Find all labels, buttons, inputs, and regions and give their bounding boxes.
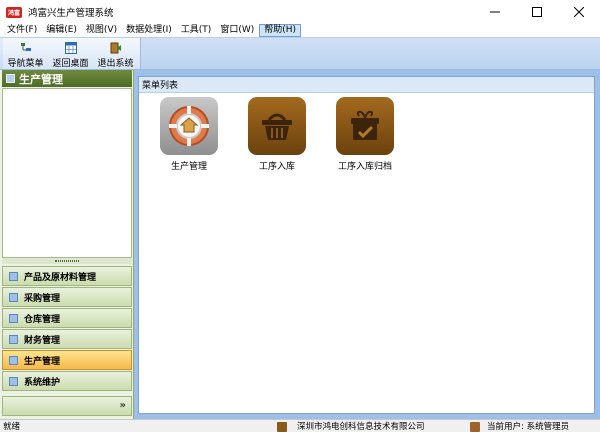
splitter-grip-icon xyxy=(55,260,79,262)
menu-list-panel: 菜单列表 生产管理 工序入库 工序入库归档 xyxy=(138,76,595,414)
tile-label: 工序入库归档 xyxy=(337,162,392,172)
tile-process-warehousing[interactable]: 工序入库 xyxy=(237,97,317,172)
status-company: 深圳市鸿电创科信息技术有限公司 xyxy=(297,422,425,432)
back-desktop-label: 返回桌面 xyxy=(52,59,89,69)
toolbar-fill xyxy=(141,38,600,69)
toolbar: 导航菜单 返回桌面 退出系统 xyxy=(0,37,600,70)
title-bar: 鸿富 鸿富兴生产管理系统 xyxy=(0,0,600,24)
panel-header-icon xyxy=(6,74,15,83)
nav-bullet-icon xyxy=(9,376,18,386)
tile-label: 生产管理 xyxy=(170,162,207,172)
toolbar-group: 导航菜单 返回桌面 退出系统 xyxy=(3,38,141,69)
nav-menu-label: 导航菜单 xyxy=(7,59,44,69)
tree-nav-icon xyxy=(19,42,33,54)
user-icon xyxy=(470,422,480,432)
status-current-user: 当前用户: 系统管理员 xyxy=(487,422,570,432)
nav-bullet-icon xyxy=(9,355,18,365)
left-panel-header: 生产管理 xyxy=(2,70,132,87)
nav-more-button[interactable]: » xyxy=(2,396,132,416)
nav-bullet-icon xyxy=(9,271,18,281)
left-navigation-panel: 生产管理 产品及原材料管理 采购管理 仓库管理 财务管理 生产管理 系统维护 » xyxy=(0,70,134,419)
nav-item-warehouse[interactable]: 仓库管理 xyxy=(2,308,132,328)
left-panel-title: 生产管理 xyxy=(19,72,63,86)
exit-system-button[interactable]: 退出系统 xyxy=(93,38,138,69)
app-logo-icon: 鸿富 xyxy=(6,6,22,18)
menu-edit[interactable]: 编辑(E) xyxy=(42,24,81,37)
nav-bullet-icon xyxy=(9,334,18,344)
nav-item-products-materials[interactable]: 产品及原材料管理 xyxy=(2,266,132,286)
nav-item-label: 仓库管理 xyxy=(24,314,61,325)
chevron-double-right-icon: » xyxy=(119,400,126,411)
menu-help[interactable]: 帮助(H) xyxy=(259,23,302,37)
menu-window[interactable]: 窗口(W) xyxy=(216,24,258,37)
gift-box-icon xyxy=(336,97,394,155)
production-gear-icon xyxy=(160,97,218,155)
main-area: 菜单列表 生产管理 工序入库 工序入库归档 xyxy=(134,70,600,419)
close-icon xyxy=(574,7,584,17)
window-title: 鸿富兴生产管理系统 xyxy=(28,8,114,19)
tile-label: 工序入库 xyxy=(258,162,295,172)
minimize-icon xyxy=(490,11,500,13)
nav-item-purchasing[interactable]: 采购管理 xyxy=(2,287,132,307)
menu-file[interactable]: 文件(F) xyxy=(3,24,41,37)
nav-item-finance[interactable]: 财务管理 xyxy=(2,329,132,349)
left-panel-content xyxy=(2,88,132,258)
nav-item-label: 采购管理 xyxy=(24,293,61,304)
desktop-grid-icon xyxy=(64,42,78,54)
nav-item-system-maintenance[interactable]: 系统维护 xyxy=(2,371,132,391)
nav-bullet-icon xyxy=(9,313,18,323)
menu-view[interactable]: 视图(V) xyxy=(82,24,121,37)
menu-tools[interactable]: 工具(T) xyxy=(177,24,216,37)
panel-splitter[interactable] xyxy=(2,258,132,264)
basket-icon xyxy=(248,97,306,155)
close-button[interactable] xyxy=(558,0,600,24)
nav-item-label: 生产管理 xyxy=(24,356,61,367)
status-ready: 就绪 xyxy=(3,422,21,432)
menu-list-header: 菜单列表 xyxy=(139,77,594,93)
nav-item-label: 产品及原材料管理 xyxy=(24,272,97,283)
maximize-button[interactable] xyxy=(516,0,558,24)
back-desktop-button[interactable]: 返回桌面 xyxy=(48,38,93,69)
company-icon xyxy=(277,422,287,432)
nav-bullet-icon xyxy=(9,292,18,302)
minimize-button[interactable] xyxy=(474,0,516,24)
status-bar: 就绪 深圳市鸿电创科信息技术有限公司 当前用户: 系统管理员 xyxy=(0,419,600,432)
exit-system-label: 退出系统 xyxy=(97,59,134,69)
nav-item-production[interactable]: 生产管理 xyxy=(2,350,132,370)
menu-data-processing[interactable]: 数据处理(I) xyxy=(122,24,176,37)
menu-bar: 文件(F) 编辑(E) 视图(V) 数据处理(I) 工具(T) 窗口(W) 帮助… xyxy=(0,23,600,37)
maximize-icon xyxy=(532,7,542,17)
nav-item-label: 系统维护 xyxy=(24,377,61,388)
window-controls xyxy=(474,0,600,24)
nav-list: 产品及原材料管理 采购管理 仓库管理 财务管理 生产管理 系统维护 xyxy=(2,266,132,392)
tile-production-management[interactable]: 生产管理 xyxy=(149,97,229,172)
exit-door-icon xyxy=(109,42,123,54)
tile-process-warehousing-archive[interactable]: 工序入库归档 xyxy=(325,97,405,172)
nav-item-label: 财务管理 xyxy=(24,335,61,346)
nav-menu-button[interactable]: 导航菜单 xyxy=(3,38,48,69)
